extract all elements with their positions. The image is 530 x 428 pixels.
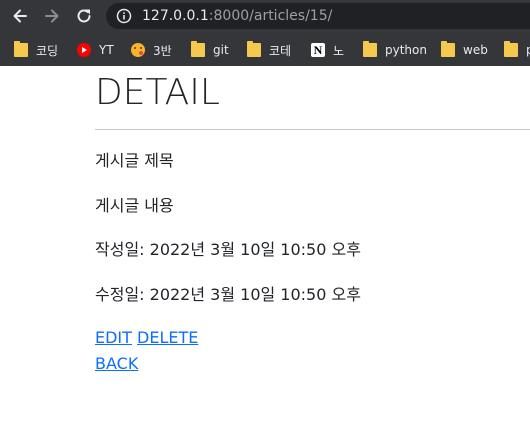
updated-at: 수정일: 2022년 3월 10일 10:50 오후: [95, 285, 361, 304]
bookmark-git[interactable]: git: [191, 39, 229, 61]
bookmark-label: 코딩: [36, 43, 59, 58]
divider: [95, 129, 530, 130]
folder-icon: [363, 41, 377, 57]
youtube-icon: [77, 43, 91, 57]
article-title: 게시글 제목: [95, 151, 174, 170]
action-links: EDIT DELETE: [95, 327, 198, 349]
url-host: 127.0.0.1: [142, 8, 209, 24]
forward-button[interactable]: [40, 4, 64, 28]
back-button[interactable]: [8, 4, 32, 28]
notion-icon: N: [311, 43, 325, 57]
bookmark-label: python: [385, 43, 427, 57]
bookmark-label: YT: [99, 43, 114, 57]
bookmark-codingtest[interactable]: 코테: [247, 39, 291, 61]
browser-chrome: 127.0.0.1:8000/articles/15/ 코딩 YT 3반 git…: [0, 0, 530, 66]
folder-icon: [441, 41, 455, 57]
bookmark-label: 노: [333, 43, 345, 58]
bookmark-youtube[interactable]: YT: [77, 39, 114, 61]
bookmark-web[interactable]: web: [441, 39, 488, 61]
back-arrow-icon: [13, 9, 27, 23]
edit-link[interactable]: EDIT: [95, 328, 132, 347]
created-at: 작성일: 2022년 3월 10일 10:50 오후: [95, 240, 361, 259]
address-bar[interactable]: 127.0.0.1:8000/articles/15/: [106, 3, 530, 29]
folder-icon: [247, 41, 261, 57]
bookmarks-bar: 코딩 YT 3반 git 코테 N 노 python web p: [0, 33, 530, 66]
folder-icon: [504, 41, 518, 57]
bookmark-python[interactable]: python: [363, 39, 427, 61]
delete-link[interactable]: DELETE: [137, 328, 198, 347]
back-link[interactable]: BACK: [95, 353, 138, 375]
page-title: DETAIL: [95, 72, 220, 113]
url-path: :8000/articles/15/: [208, 8, 333, 24]
info-icon[interactable]: [116, 8, 132, 24]
bookmark-class3[interactable]: 3반: [131, 39, 172, 61]
bookmark-coding[interactable]: 코딩: [14, 39, 58, 61]
bookmark-notion[interactable]: N 노: [311, 39, 344, 61]
bookmark-label: 코테: [269, 43, 292, 58]
bookmark-label: 3반: [153, 43, 172, 58]
emoji-icon: [131, 43, 145, 57]
bookmark-p[interactable]: p: [504, 39, 530, 61]
forward-arrow-icon: [45, 9, 59, 23]
url-text[interactable]: 127.0.0.1:8000/articles/15/: [142, 7, 332, 25]
bookmark-label: p: [526, 43, 530, 57]
bookmark-label: git: [213, 43, 229, 57]
browser-toolbar: 127.0.0.1:8000/articles/15/: [0, 0, 530, 32]
article-content: 게시글 내용: [95, 196, 174, 215]
reload-icon: [77, 9, 91, 23]
folder-icon: [191, 41, 205, 57]
reload-button[interactable]: [72, 4, 96, 28]
folder-icon: [14, 41, 28, 57]
bookmark-label: web: [463, 43, 488, 57]
